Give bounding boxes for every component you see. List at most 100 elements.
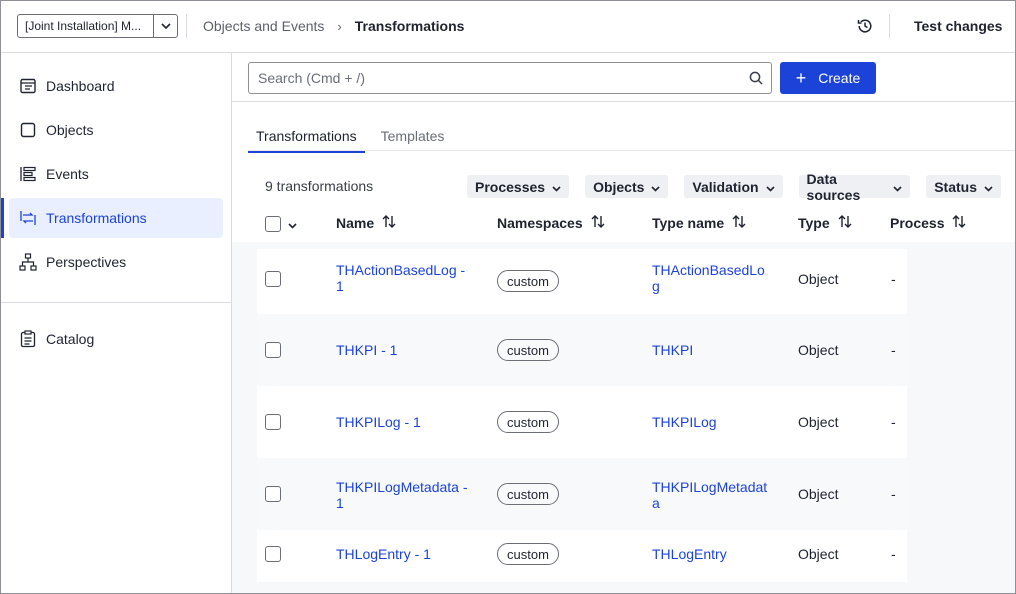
sidebar-item-label: Events (46, 166, 89, 182)
transformation-name-link[interactable]: THLogEntry - 1 (336, 546, 431, 562)
column-header-process[interactable]: Process (890, 215, 966, 231)
sidebar-divider (1, 302, 231, 303)
tab-transformations[interactable]: Transformations (248, 125, 365, 153)
sidebar-item-events[interactable]: Events (9, 154, 223, 194)
table-row[interactable]: THKPILog - 1 custom THKPILog Object - (257, 386, 907, 458)
namespace-badge: custom (497, 483, 559, 505)
row-checkbox[interactable] (265, 271, 281, 287)
type-name-link[interactable]: THActionBasedLo g (652, 262, 765, 294)
filter-label: Objects (593, 178, 645, 195)
top-bar: [Joint Installation] M... Objects and Ev… (1, 1, 1015, 53)
plus-icon: + (795, 68, 807, 88)
sidebar-item-catalog[interactable]: Catalog (9, 319, 223, 359)
create-label: Create (818, 70, 861, 86)
column-label: Type name (652, 215, 725, 231)
table-row[interactable]: THKPILogMetadata -1 custom THKPILogMetad… (257, 458, 907, 530)
type-cell: Object (798, 546, 839, 562)
tab-templates[interactable]: Templates (373, 125, 453, 153)
tabs-divider (248, 150, 1015, 151)
main-toolbar: + Create (232, 53, 1015, 102)
transformation-name-link[interactable]: THKPILogMetadata -1 (336, 479, 468, 511)
sidebar-item-objects[interactable]: Objects (9, 110, 223, 150)
filter-label: Data sources (806, 170, 861, 203)
table-row[interactable]: THLogEntry - 1 custom THLogEntry Object … (257, 530, 907, 582)
table-header: Name Namespaces Type name Type Process (232, 206, 1015, 242)
table-body: THActionBasedLog -1 custom THActionBased… (232, 242, 1015, 593)
type-name-link[interactable]: THLogEntry (652, 546, 727, 562)
process-cell: - (891, 342, 896, 358)
chevron-down-icon (893, 179, 902, 195)
type-cell: Object (798, 271, 839, 287)
sort-icon[interactable] (952, 215, 966, 231)
table-row[interactable]: THActionBasedLog -1 custom THActionBased… (257, 249, 907, 314)
column-header-namespaces[interactable]: Namespaces (497, 215, 605, 231)
chevron-down-icon (984, 179, 993, 195)
column-label: Namespaces (497, 215, 583, 231)
select-all (265, 216, 297, 232)
divider (889, 14, 890, 38)
sort-icon[interactable] (382, 215, 396, 231)
sidebar: Dashboard Objects Events Transformations… (1, 53, 232, 593)
chevron-down-icon[interactable] (153, 15, 177, 37)
dashboard-icon (19, 77, 37, 95)
row-checkbox[interactable] (265, 486, 281, 502)
chevron-down-icon[interactable] (288, 216, 297, 232)
sidebar-item-perspectives[interactable]: Perspectives (9, 242, 223, 282)
type-cell: Object (798, 486, 839, 502)
type-name-link[interactable]: THKPILogMetadat a (652, 479, 767, 511)
type-name-link[interactable]: THKPILog (652, 414, 717, 430)
select-all-checkbox[interactable] (265, 216, 281, 232)
transformations-count: 9 transformations (265, 178, 374, 194)
breadcrumb: Objects and Events › Transformations (203, 18, 464, 34)
filter-label: Status (934, 178, 977, 195)
create-button[interactable]: + Create (780, 62, 876, 94)
filter-status[interactable]: Status (926, 175, 1001, 198)
perspectives-icon (19, 253, 37, 271)
transformations-icon (19, 209, 37, 227)
process-cell: - (891, 271, 896, 287)
column-header-name[interactable]: Name (336, 215, 396, 231)
search-input[interactable] (258, 70, 741, 86)
filter-objects[interactable]: Objects (585, 175, 669, 198)
transformation-name-link[interactable]: THActionBasedLog -1 (336, 262, 465, 294)
sidebar-item-label: Dashboard (46, 78, 115, 94)
sort-icon[interactable] (838, 215, 852, 231)
search-box[interactable] (248, 62, 772, 94)
column-header-type-name[interactable]: Type name (652, 215, 746, 231)
filter-data-sources[interactable]: Data sources (798, 171, 911, 203)
history-icon[interactable] (856, 17, 874, 35)
events-icon (19, 165, 37, 183)
search-icon[interactable] (741, 71, 771, 85)
chevron-down-icon (651, 179, 660, 195)
row-checkbox[interactable] (265, 414, 281, 430)
column-label: Name (336, 215, 375, 231)
type-name-link[interactable]: THKPI (652, 342, 693, 358)
transformation-name-link[interactable]: THKPI - 1 (336, 342, 397, 358)
tabs: Transformations Templates (248, 125, 460, 153)
sidebar-item-label: Perspectives (46, 254, 127, 270)
filter-bar: Processes Objects Validation Data source… (467, 171, 1015, 203)
row-checkbox[interactable] (265, 342, 281, 358)
app-window: [Joint Installation] M... Objects and Ev… (0, 0, 1016, 594)
sidebar-item-transformations[interactable]: Transformations (1, 198, 223, 238)
column-header-type[interactable]: Type (798, 215, 852, 231)
sidebar-item-dashboard[interactable]: Dashboard (9, 66, 223, 106)
filter-validation[interactable]: Validation (684, 175, 783, 198)
sidebar-item-label: Objects (46, 122, 94, 138)
objects-icon (19, 121, 37, 139)
environment-select[interactable]: [Joint Installation] M... (17, 14, 178, 38)
type-cell: Object (798, 414, 839, 430)
filter-processes[interactable]: Processes (467, 175, 570, 198)
breadcrumb-current: Transformations (354, 18, 465, 34)
table-row[interactable]: THKPI - 1 custom THKPI Object - (257, 314, 907, 386)
sort-icon[interactable] (591, 215, 605, 231)
sort-icon[interactable] (732, 215, 746, 231)
filter-label: Processes (475, 178, 546, 195)
row-checkbox[interactable] (265, 546, 281, 562)
breadcrumb-objects-and-events[interactable]: Objects and Events (203, 18, 324, 34)
filter-label: Validation (692, 178, 759, 195)
sidebar-item-label: Catalog (46, 331, 95, 347)
transformation-name-link[interactable]: THKPILog - 1 (336, 414, 421, 430)
divider (186, 14, 187, 38)
test-changes-button[interactable]: Test changes (914, 18, 1002, 34)
